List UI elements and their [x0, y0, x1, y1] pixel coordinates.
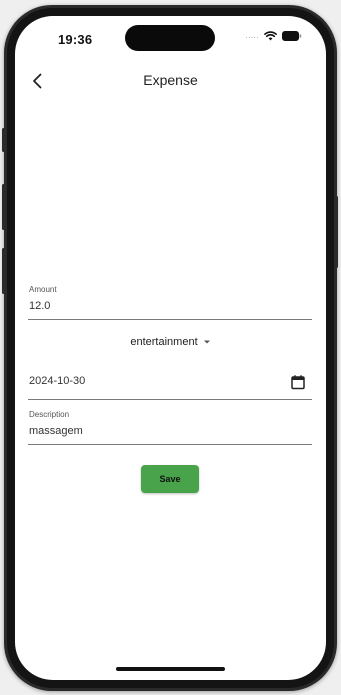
side-button-volume-up: [2, 184, 5, 230]
status-time: 19:36: [58, 32, 93, 47]
description-label: Description: [29, 410, 70, 419]
amount-label: Amount: [29, 285, 57, 294]
save-button[interactable]: Save: [141, 465, 199, 493]
status-indicators: .....: [245, 31, 302, 41]
calendar-icon[interactable]: [290, 374, 306, 390]
amount-underline: [28, 319, 312, 320]
side-button-power: [335, 196, 338, 268]
date-input[interactable]: 2024-10-30: [29, 375, 85, 387]
description-input[interactable]: massagem: [29, 425, 83, 437]
signal-dots: .....: [245, 31, 259, 40]
page-title: Expense: [143, 72, 198, 88]
amount-input[interactable]: 12.0: [29, 300, 50, 312]
category-selected: entertainment: [130, 336, 198, 348]
dynamic-island: [125, 25, 215, 51]
category-dropdown[interactable]: entertainment: [15, 336, 326, 348]
side-button-mute: [2, 128, 5, 152]
home-indicator[interactable]: [116, 667, 225, 671]
date-underline: [28, 399, 312, 400]
side-button-volume-down: [2, 248, 5, 294]
description-underline: [28, 444, 312, 445]
battery-icon: [282, 31, 302, 41]
app-screen: 19:36 ..... Expense Amount 12.0 entertai…: [15, 16, 326, 680]
caret-down-icon: [203, 340, 210, 344]
wifi-icon: [264, 31, 277, 41]
